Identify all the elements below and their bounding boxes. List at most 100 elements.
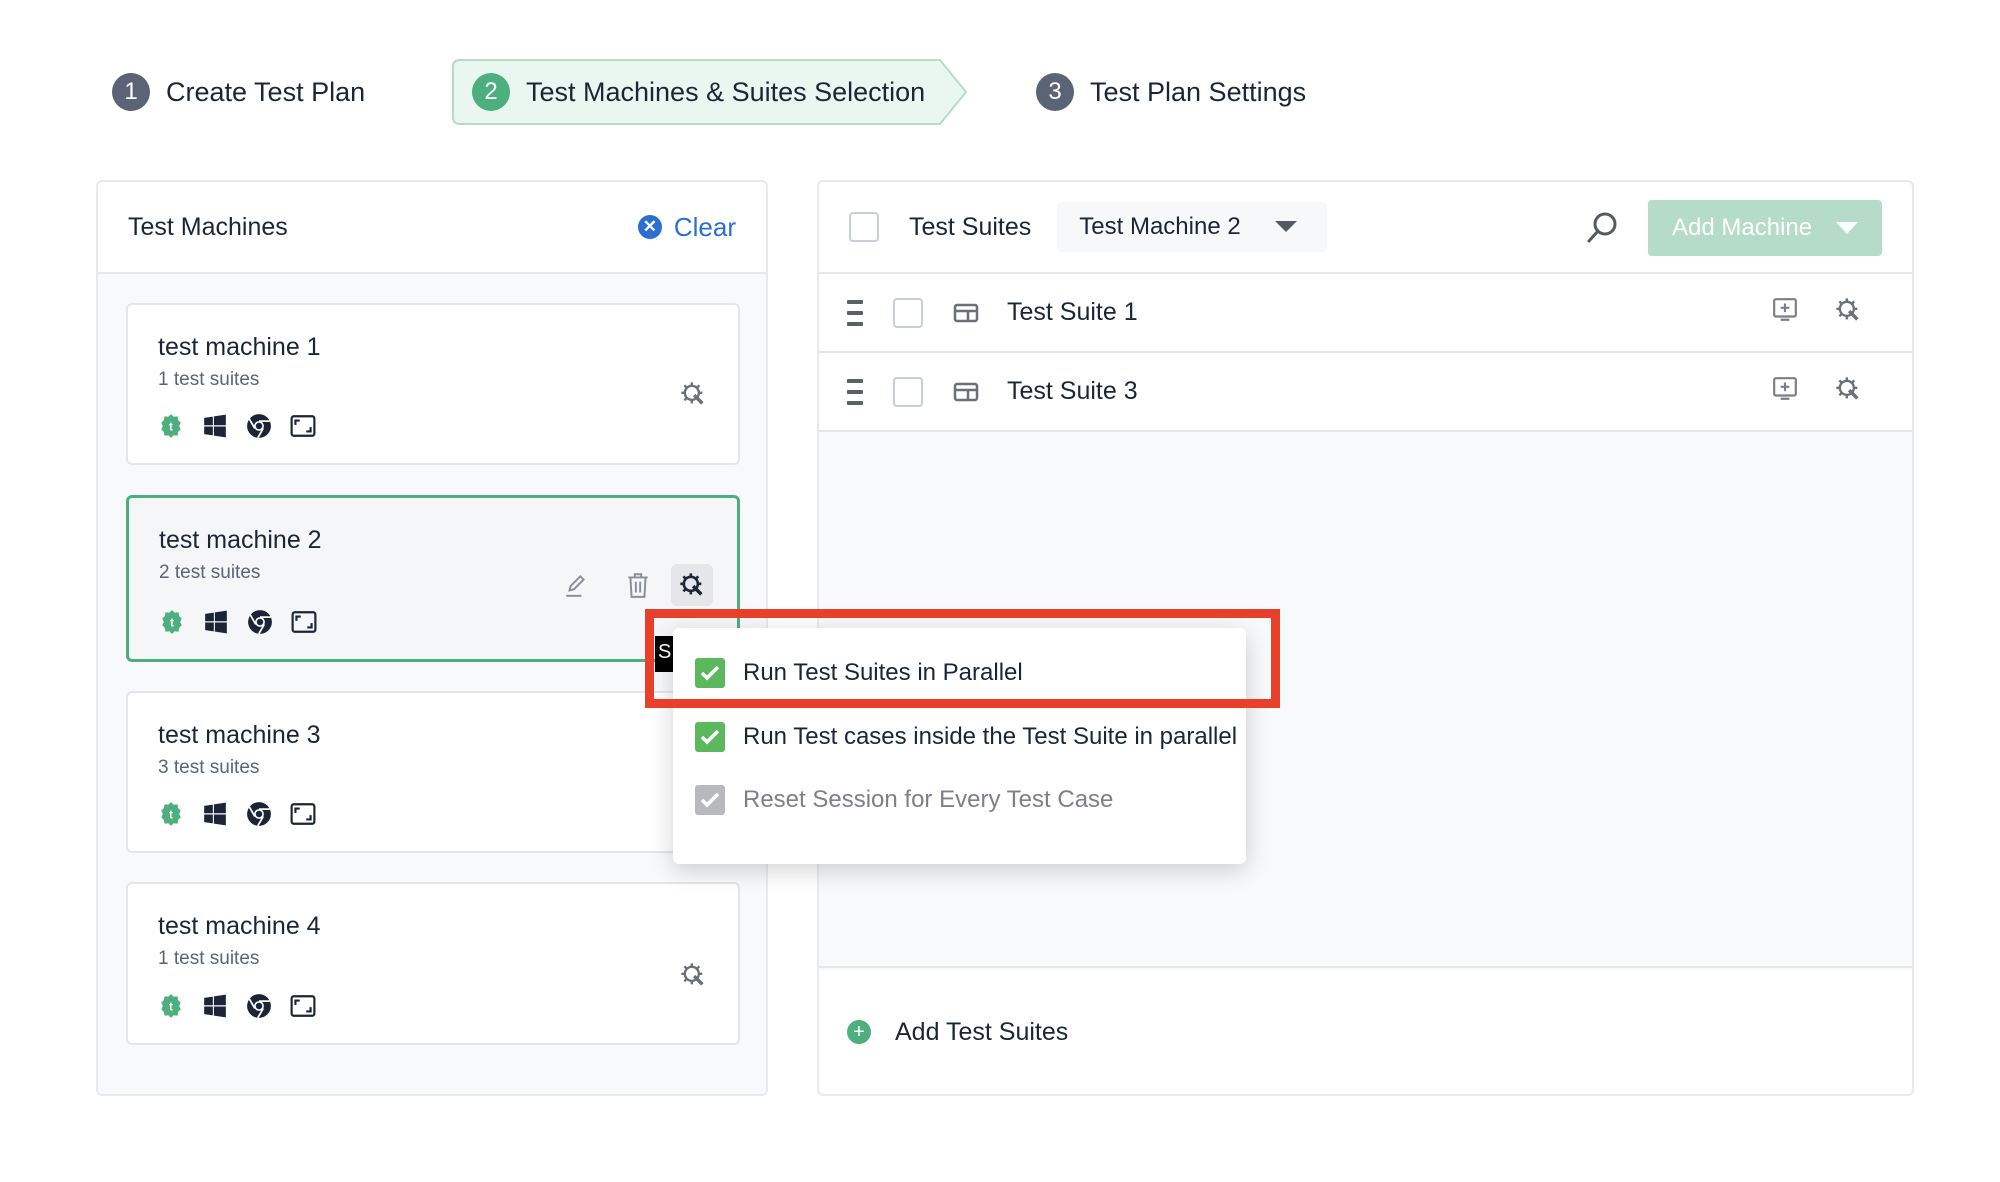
gear-wrench-icon — [681, 382, 704, 405]
machine-select-dropdown[interactable]: Test Machine 2 — [1057, 202, 1328, 252]
monitor-plus-icon — [1773, 377, 1797, 400]
add-to-machine-button[interactable] — [1772, 376, 1798, 407]
machine-suite-count: 2 test suites — [159, 562, 261, 583]
machine-suite-count: 3 test suites — [158, 757, 260, 778]
search-button[interactable] — [1582, 208, 1622, 248]
machine-settings-button[interactable] — [672, 373, 714, 415]
step-label: Create Test Plan — [166, 76, 366, 107]
suite-name: Test Suite 3 — [1007, 377, 1138, 405]
check-icon — [700, 665, 720, 681]
resolution-icon — [291, 609, 317, 635]
row-actions — [1772, 375, 1862, 408]
svg-text:t: t — [169, 419, 173, 433]
add-test-suites-button[interactable]: + Add Test Suites — [819, 970, 1912, 1094]
suite-row[interactable]: Test Suite 3 — [819, 353, 1912, 432]
plus-circle-icon: + — [847, 1020, 871, 1044]
machine-name: test machine 2 — [159, 526, 322, 554]
delete-machine-button[interactable] — [621, 568, 655, 602]
clear-button[interactable]: ✕ Clear — [637, 212, 736, 243]
checkbox-checked-disabled — [695, 785, 725, 815]
gear-wrench-icon — [1836, 298, 1859, 321]
monitor-plus-icon — [1773, 298, 1797, 321]
step-number: 1 — [112, 73, 150, 111]
gear-wrench-icon — [680, 573, 703, 596]
machine-suite-count: 1 test suites — [158, 948, 260, 969]
panel-title: Test Suites — [909, 212, 1032, 241]
option-run-cases-parallel[interactable]: Run Test cases inside the Test Suite in … — [695, 722, 1237, 752]
panel-title: Test Machines — [128, 212, 288, 241]
search-icon — [1587, 212, 1617, 243]
suite-name: Test Suite 1 — [1007, 298, 1138, 326]
add-test-suites-label: Add Test Suites — [895, 1017, 1069, 1046]
testsigma-agent-icon: t — [159, 609, 185, 635]
pencil-icon — [566, 574, 585, 597]
test-machines-header: Test Machines ✕ Clear — [98, 182, 766, 274]
test-suite-icon — [953, 381, 979, 403]
machine-settings-button-active[interactable] — [671, 564, 713, 606]
machine-settings-popup: Run Test Suites in Parallel Run Test cas… — [673, 628, 1246, 864]
step-test-plan-settings[interactable]: 3 Test Plan Settings — [1036, 59, 1306, 125]
caret-down-icon — [1275, 221, 1298, 232]
resolution-icon — [290, 993, 316, 1019]
option-label: Run Test Suites in Parallel — [743, 659, 1023, 686]
chrome-icon — [246, 413, 272, 439]
trash-icon — [628, 573, 648, 598]
step-create-test-plan[interactable]: 1 Create Test Plan — [112, 59, 365, 125]
resolution-icon — [290, 801, 316, 827]
option-label: Run Test cases inside the Test Suite in … — [743, 723, 1238, 750]
windows-icon — [203, 609, 229, 635]
machine-card-selected[interactable]: test machine 2 2 test suites t — [126, 495, 740, 662]
svg-text:t: t — [170, 615, 174, 629]
add-machine-label: Add Machine — [1672, 214, 1813, 241]
machine-name: test machine 1 — [158, 333, 321, 361]
test-suite-icon — [953, 302, 979, 324]
step-machines-suites-selection[interactable]: 2 Test Machines & Suites Selection — [452, 59, 968, 125]
gear-wrench-icon — [681, 963, 704, 986]
os-icons: t — [158, 993, 316, 1019]
add-machine-button[interactable]: Add Machine — [1648, 200, 1882, 256]
testsigma-agent-icon: t — [158, 993, 184, 1019]
suite-settings-button[interactable] — [1834, 296, 1862, 329]
checkbox-checked[interactable] — [695, 658, 725, 688]
testsigma-agent-icon: t — [158, 413, 184, 439]
machine-card[interactable]: test machine 1 1 test suites t — [126, 303, 740, 465]
step-number: 3 — [1036, 73, 1074, 111]
edit-machine-button[interactable] — [559, 568, 593, 602]
option-reset-session: Reset Session for Every Test Case — [695, 785, 1113, 815]
testsigma-agent-icon: t — [158, 801, 184, 827]
machine-name: test machine 4 — [158, 912, 321, 940]
check-icon — [700, 729, 720, 745]
row-actions — [1772, 296, 1862, 329]
os-icons: t — [159, 609, 317, 635]
chrome-icon — [246, 993, 272, 1019]
suite-settings-button[interactable] — [1834, 375, 1862, 408]
machine-card[interactable]: test machine 4 1 test suites t — [126, 882, 740, 1045]
machine-select-value: Test Machine 2 — [1079, 213, 1241, 240]
option-run-suites-parallel[interactable]: Run Test Suites in Parallel — [695, 658, 1023, 688]
suite-checkbox[interactable] — [893, 297, 923, 328]
tooltip-fragment: S — [655, 636, 675, 672]
suite-checkbox[interactable] — [893, 376, 923, 407]
select-all-checkbox[interactable] — [849, 212, 879, 242]
machine-settings-button[interactable] — [672, 954, 714, 996]
step-label: Test Plan Settings — [1090, 76, 1307, 107]
add-to-machine-button[interactable] — [1772, 297, 1798, 328]
option-label: Reset Session for Every Test Case — [743, 786, 1114, 813]
svg-text:t: t — [169, 999, 173, 1013]
caret-down-icon — [1836, 222, 1858, 234]
drag-handle-icon[interactable] — [847, 299, 863, 326]
resolution-icon — [290, 413, 316, 439]
chrome-icon — [247, 609, 273, 635]
checkbox-checked[interactable] — [695, 722, 725, 752]
suite-row[interactable]: Test Suite 1 — [819, 274, 1912, 353]
machine-suite-count: 1 test suites — [158, 369, 260, 390]
windows-icon — [202, 993, 228, 1019]
machine-name: test machine 3 — [158, 721, 321, 749]
windows-icon — [202, 413, 228, 439]
close-circle-icon: ✕ — [637, 215, 662, 239]
drag-handle-icon[interactable] — [847, 378, 863, 405]
gear-wrench-icon — [1836, 377, 1859, 400]
step-label: Test Machines & Suites Selection — [526, 76, 926, 107]
machine-card[interactable]: test machine 3 3 test suites t — [126, 691, 740, 853]
chrome-icon — [246, 801, 272, 827]
